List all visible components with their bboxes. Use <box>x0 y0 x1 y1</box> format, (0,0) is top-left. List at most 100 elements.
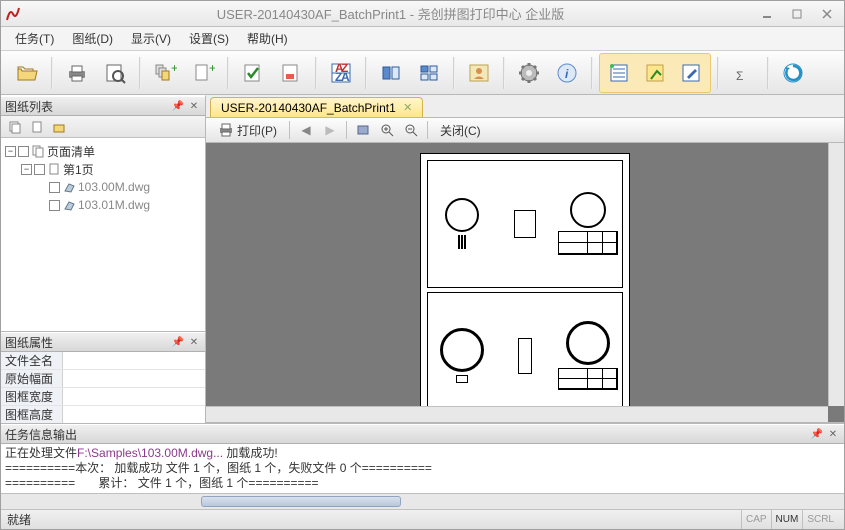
scrollbar-vertical[interactable] <box>828 143 844 406</box>
window-title: USER-20140430AF_BatchPrint1 - 尧创拼图打印中心 企… <box>27 4 754 23</box>
svg-text:A: A <box>341 70 350 84</box>
settings-button[interactable] <box>511 55 547 91</box>
dwg-icon <box>62 180 76 194</box>
prop-val[interactable] <box>63 370 205 387</box>
panel-close-icon[interactable]: ✕ <box>187 99 201 113</box>
tab-close-icon[interactable]: ✕ <box>402 102 414 114</box>
app-icon <box>5 6 21 22</box>
sort-az-button[interactable]: AZZA <box>323 55 359 91</box>
refresh-button[interactable] <box>775 55 811 91</box>
document-tab[interactable]: USER-20140430AF_BatchPrint1 ✕ <box>210 97 423 117</box>
tab-label: USER-20140430AF_BatchPrint1 <box>221 101 396 115</box>
menu-setting[interactable]: 设置(S) <box>181 27 237 50</box>
svg-text:Σ: Σ <box>736 69 743 83</box>
drawing-list-title: 图纸列表 <box>5 98 169 115</box>
checkbox[interactable] <box>49 200 60 211</box>
tree-root: 页面清单 <box>47 143 95 160</box>
checkbox[interactable] <box>34 164 45 175</box>
pin-icon[interactable]: 📌 <box>171 99 185 113</box>
collapse-icon[interactable]: − <box>5 146 16 157</box>
output-title: 任务信息输出 <box>5 426 808 443</box>
minimize-button[interactable] <box>754 5 780 23</box>
prop-key: 图框高度 <box>1 406 63 423</box>
open-button[interactable] <box>9 55 45 91</box>
collapse-icon[interactable]: − <box>21 164 32 175</box>
next-page-icon[interactable]: ▶ <box>322 122 338 138</box>
pages-icon <box>31 144 45 158</box>
menu-drawing[interactable]: 图纸(D) <box>64 27 121 50</box>
drawing-tree[interactable]: − 页面清单 − 第1页 103.00M.dwg <box>1 138 205 331</box>
main-toolbar: + + AZZA i Σ <box>1 51 844 95</box>
add-folder-button[interactable]: + <box>147 55 183 91</box>
checkbox[interactable] <box>18 146 29 157</box>
document-tabs: USER-20140430AF_BatchPrint1 ✕ <box>206 95 844 117</box>
checkbox[interactable] <box>49 182 60 193</box>
zoom-in-icon[interactable] <box>379 122 395 138</box>
pin-icon[interactable]: 📌 <box>171 335 185 349</box>
print-preview-button[interactable] <box>97 55 133 91</box>
tree-page: 第1页 <box>63 161 94 178</box>
doc-print-button[interactable]: 打印(P) <box>214 120 281 141</box>
menu-display[interactable]: 显示(V) <box>123 27 179 50</box>
status-cap: CAP <box>741 510 771 529</box>
prop-key: 图框宽度 <box>1 388 63 405</box>
prop-val[interactable] <box>63 352 205 369</box>
doc-close-label: 关闭(C) <box>440 122 481 139</box>
status-scrl: SCRL <box>802 510 838 529</box>
status-ready: 就绪 <box>7 511 741 528</box>
close-button[interactable] <box>814 5 840 23</box>
doc-close-button[interactable]: 关闭(C) <box>436 120 485 141</box>
properties-title: 图纸属性 <box>5 334 169 351</box>
output-text[interactable]: 正在处理文件F:\Samples\103.00M.dwg... 加载成功! ==… <box>1 444 844 493</box>
list-view-button[interactable] <box>601 55 637 91</box>
validate-button[interactable] <box>235 55 271 91</box>
tag-button[interactable] <box>273 55 309 91</box>
menu-bar: 任务(T) 图纸(D) 显示(V) 设置(S) 帮助(H) <box>1 27 844 51</box>
edit-view-button[interactable] <box>673 55 709 91</box>
title-bar: USER-20140430AF_BatchPrint1 - 尧创拼图打印中心 企… <box>1 1 844 27</box>
layout-single-button[interactable] <box>373 55 409 91</box>
scrollbar-horizontal[interactable] <box>206 406 828 422</box>
tree-toolbar <box>1 116 205 138</box>
user-button[interactable] <box>461 55 497 91</box>
svg-text:+: + <box>171 61 177 75</box>
status-num: NUM <box>771 510 803 529</box>
svg-text:+: + <box>209 61 215 75</box>
dwg-icon <box>62 198 76 212</box>
print-button[interactable] <box>59 55 95 91</box>
pin-icon[interactable]: 📌 <box>810 427 824 441</box>
copy-icon[interactable] <box>5 118 25 136</box>
prev-page-icon[interactable]: ◀ <box>298 122 314 138</box>
panel-close-icon[interactable]: ✕ <box>826 427 840 441</box>
status-bar: 就绪 CAP NUM SCRL <box>1 509 844 529</box>
menu-help[interactable]: 帮助(H) <box>239 27 296 50</box>
doc-print-label: 打印(P) <box>237 122 277 139</box>
output-scrollbar[interactable] <box>1 493 844 509</box>
form-view-button[interactable] <box>637 55 673 91</box>
page-icon[interactable] <box>27 118 47 136</box>
menu-task[interactable]: 任务(T) <box>7 27 62 50</box>
layout-grid-button[interactable] <box>411 55 447 91</box>
prop-val[interactable] <box>63 388 205 405</box>
tree-file: 103.00M.dwg <box>78 180 150 194</box>
document-toolbar: 打印(P) ◀ ▶ 关闭(C) <box>206 117 844 143</box>
drawing-list-header: 图纸列表 📌 ✕ <box>1 96 205 116</box>
maximize-button[interactable] <box>784 5 810 23</box>
folder-icon[interactable] <box>49 118 69 136</box>
zoom-out-icon[interactable] <box>403 122 419 138</box>
sum-button[interactable]: Σ <box>725 55 761 91</box>
info-button[interactable]: i <box>549 55 585 91</box>
property-grid: 文件全名 原始幅面 图框宽度 图框高度 <box>1 352 205 423</box>
prop-key: 文件全名 <box>1 352 63 369</box>
page-icon <box>47 162 61 176</box>
output-header: 任务信息输出 📌 ✕ <box>1 424 844 444</box>
preview-area[interactable] <box>206 143 844 423</box>
tree-file: 103.01M.dwg <box>78 198 150 212</box>
prop-key: 原始幅面 <box>1 370 63 387</box>
panel-close-icon[interactable]: ✕ <box>187 335 201 349</box>
fit-page-icon[interactable] <box>355 122 371 138</box>
properties-header: 图纸属性 📌 ✕ <box>1 332 205 352</box>
prop-val[interactable] <box>63 406 205 423</box>
preview-page <box>420 153 630 423</box>
add-file-button[interactable]: + <box>185 55 221 91</box>
